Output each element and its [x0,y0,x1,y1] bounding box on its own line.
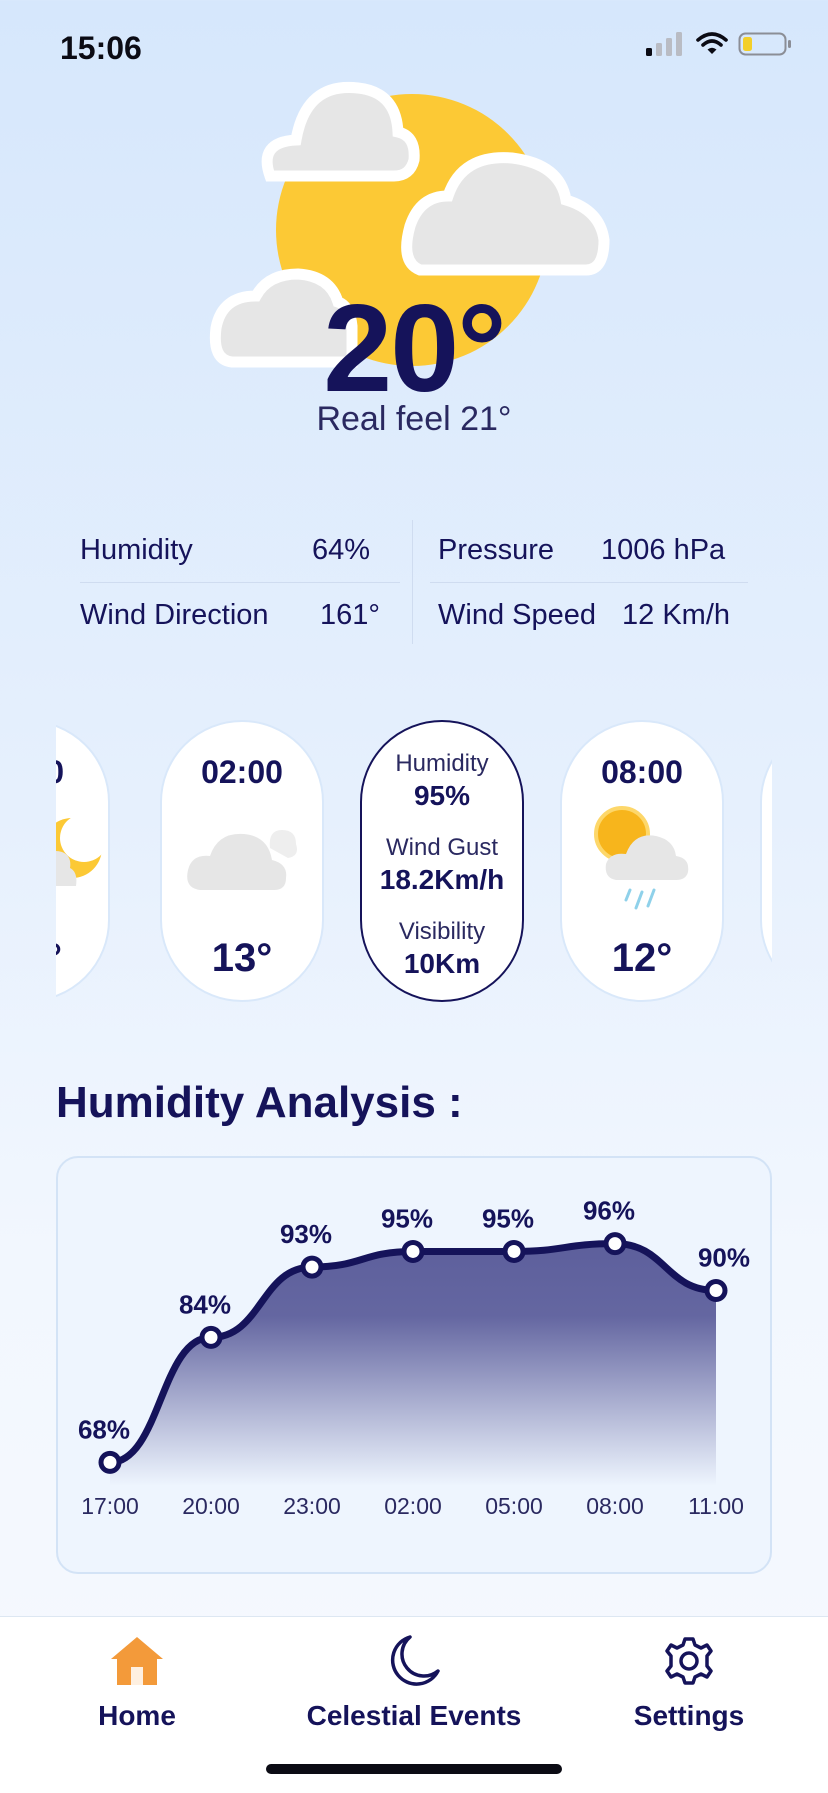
section-title: Humidity Analysis : [56,1078,463,1127]
battery-icon [738,32,791,56]
gust-card-humidity-value: 95% [413,780,471,811]
data-label: 95% [482,1203,534,1233]
visibility-value: 10Km [403,948,481,979]
forecast-card-selected[interactable]: Humidity 95% Wind Gust 18.2Km/h Visibili… [360,720,524,1002]
data-label: 84% [179,1289,231,1319]
divider [412,520,413,644]
data-point[interactable] [199,1325,223,1349]
wind-gust-label: Wind Gust [385,834,499,861]
pressure-value: 1006 hPa [601,534,726,566]
forecast-temperature: 12° [611,936,673,980]
x-tick-label: 17:00 [81,1493,139,1519]
moon-icon [390,1635,440,1686]
x-tick-label: 11:00 [688,1493,744,1519]
data-label: 95% [381,1203,433,1233]
wind-speed-label: Wind Speed [438,599,596,631]
forecast-temperature: 13° [211,936,273,980]
forecast-card[interactable]: 00 ° [56,720,110,1002]
x-tick-label: 05:00 [485,1493,543,1519]
divider [80,582,400,583]
nav-home[interactable]: Home [62,1635,212,1732]
real-feel: Real feel 21° [316,400,512,438]
cloud-icon [261,81,420,182]
x-tick-label: 23:00 [283,1493,341,1519]
pressure-label: Pressure [438,534,555,566]
forecast-time: 02:00 [201,754,283,790]
status-time: 15:06 [60,30,142,66]
divider [430,582,748,583]
wind-direction-value: 161° [320,599,380,631]
data-point[interactable] [401,1239,425,1263]
humidity-label: Humidity [80,534,193,566]
weather-stats: Humidity 64% Pressure 1006 hPa Wind Dire… [80,520,748,644]
forecast-time: 00 [56,754,108,791]
data-label: 93% [280,1219,332,1249]
humidity-value: 64% [312,534,371,566]
cloud-icon [187,830,297,890]
forecast-temperature: ° [56,936,108,981]
data-point[interactable] [603,1232,627,1256]
data-label: 90% [698,1243,750,1273]
forecast-card[interactable] [760,720,772,1002]
x-tick-label: 20:00 [182,1493,240,1519]
nav-home-label: Home [98,1700,176,1731]
data-point[interactable] [704,1279,728,1302]
data-point[interactable] [98,1450,122,1474]
visibility-label: Visibility [398,918,486,945]
x-tick-label: 08:00 [586,1493,644,1519]
data-point[interactable] [502,1239,526,1263]
gust-card-humidity-label: Humidity [395,750,489,777]
humidity-chart-card: 68% 17:00 84% 20:00 93% 23:00 95% 02:00 95% 05:00… [56,1156,772,1574]
nav-celestial-label: Celestial Events [306,1700,522,1731]
forecast-card[interactable]: 02:00 13° [160,720,324,1002]
humidity-area [110,1243,716,1486]
x-tick-label: 02:00 [384,1493,442,1519]
wind-gust-value: 18.2Km/h [379,864,505,895]
wifi-icon [696,32,728,54]
home-indicator [266,1764,562,1774]
forecast-card[interactable]: 08:00 12° [560,720,724,1002]
cellular-signal-icon [646,32,682,56]
forecast-time: 08:00 [601,754,683,790]
wind-direction-label: Wind Direction [80,599,269,631]
humidity-chart: 68% 17:00 84% 20:00 93% 23:00 95% 02:00 95% 05:00… [78,1196,750,1519]
home-icon [111,1637,163,1685]
data-label: 68% [78,1414,130,1444]
nav-settings-label: Settings [633,1700,745,1731]
status-icons [646,32,792,56]
data-point[interactable] [300,1255,324,1279]
moon-cloud-icon [56,814,108,886]
data-label: 96% [583,1196,635,1226]
nav-celestial-events[interactable]: Celestial Events [294,1635,534,1732]
sun-rain-icon [594,806,689,910]
current-temperature: 20° [323,280,507,418]
wind-speed-value: 12 Km/h [622,599,730,631]
gear-icon [665,1637,713,1685]
hourly-forecast[interactable]: 00 ° 02:00 13° Humidity 95% Wind Gust 18… [56,718,772,1008]
nav-settings[interactable]: Settings [614,1635,764,1732]
